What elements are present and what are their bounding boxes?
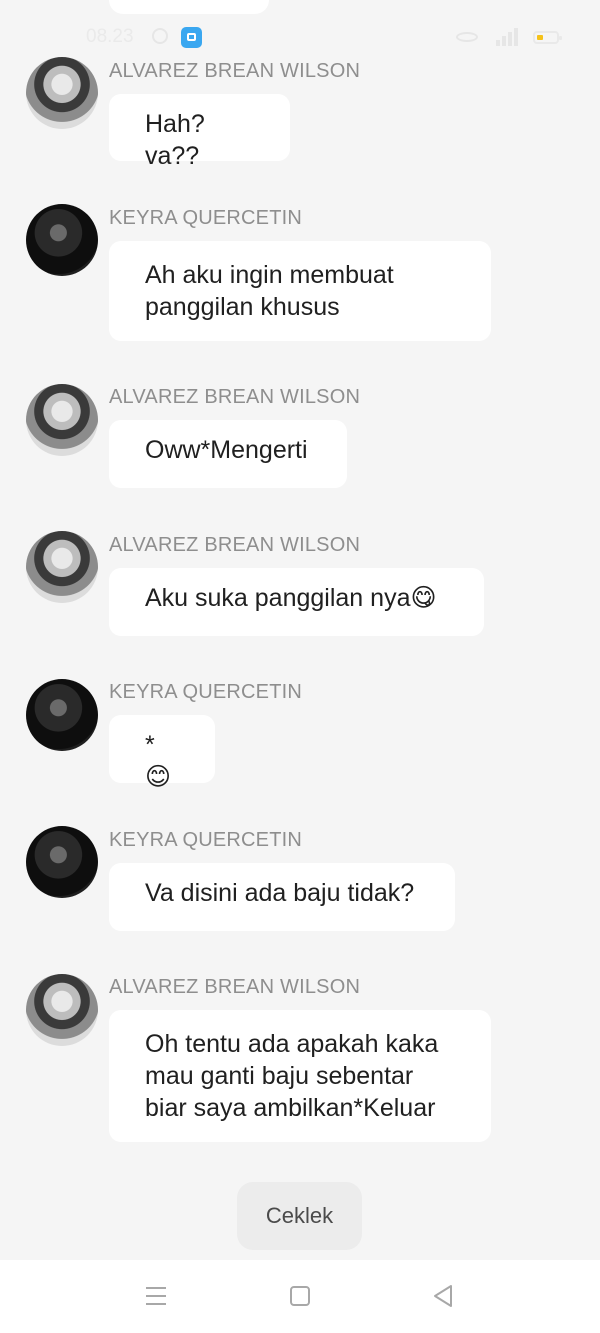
ceklek-button[interactable]: Ceklek bbox=[237, 1182, 362, 1250]
message-line: Oh tentu ada apakah kaka bbox=[145, 1030, 439, 1058]
signal-icon bbox=[492, 28, 520, 46]
status-time: 08.23 bbox=[86, 26, 134, 47]
sender-name: KEYRA QUERCETIN bbox=[109, 207, 303, 229]
menu-icon[interactable] bbox=[146, 1287, 166, 1305]
message-line: Ah aku ingin membuat bbox=[145, 261, 394, 289]
home-icon[interactable] bbox=[290, 1286, 310, 1306]
message-bubble[interactable]: Aku suka panggilan nya😋 bbox=[109, 568, 484, 636]
back-icon[interactable] bbox=[432, 1284, 454, 1308]
app-notification-icon bbox=[181, 27, 202, 48]
status-bar: 08.23 bbox=[0, 22, 600, 52]
avatar[interactable] bbox=[26, 679, 98, 751]
message-line: Oww*Mengerti bbox=[145, 436, 308, 464]
sender-name: ALVAREZ BREAN WILSON bbox=[109, 386, 361, 408]
message-bubble[interactable]: Oww*Mengerti bbox=[109, 420, 347, 488]
navigation-bar bbox=[0, 1260, 600, 1333]
alarm-clock-icon bbox=[152, 28, 168, 44]
avatar[interactable] bbox=[26, 204, 98, 276]
avatar[interactable] bbox=[26, 826, 98, 898]
message-line: Hah? va?? bbox=[145, 110, 205, 170]
battery-icon bbox=[533, 31, 562, 44]
sender-name: ALVAREZ BREAN WILSON bbox=[109, 534, 361, 556]
avatar[interactable] bbox=[26, 384, 98, 456]
message-line: Aku suka panggilan nya😋 bbox=[145, 584, 437, 612]
message-line: Va disini ada baju tidak? bbox=[145, 879, 415, 907]
message-bubble[interactable]: Oh tentu ada apakah kaka mau ganti baju … bbox=[109, 1010, 491, 1142]
sender-name: KEYRA QUERCETIN bbox=[109, 681, 303, 703]
sender-name: ALVAREZ BREAN WILSON bbox=[109, 976, 361, 998]
message-line: panggilan khusus bbox=[145, 293, 340, 321]
sender-name: ALVAREZ BREAN WILSON bbox=[109, 60, 361, 82]
avatar[interactable] bbox=[26, 974, 98, 1046]
message-line: biar saya ambilkan*Keluar bbox=[145, 1094, 436, 1122]
message-bubble[interactable]: Va disini ada baju tidak? bbox=[109, 863, 455, 931]
message-bubble[interactable]: Hah? va?? bbox=[109, 94, 290, 170]
avatar[interactable] bbox=[26, 57, 98, 129]
avatar[interactable] bbox=[26, 531, 98, 603]
eye-icon bbox=[456, 32, 478, 42]
sender-name: KEYRA QUERCETIN bbox=[109, 829, 303, 851]
message-line: *😊 bbox=[145, 731, 172, 791]
previous-message-bubble bbox=[109, 0, 269, 14]
message-bubble[interactable]: *😊 bbox=[109, 715, 215, 791]
message-line: mau ganti baju sebentar bbox=[145, 1062, 414, 1090]
message-bubble[interactable]: Ah aku ingin membuat panggilan khusus bbox=[109, 241, 491, 341]
